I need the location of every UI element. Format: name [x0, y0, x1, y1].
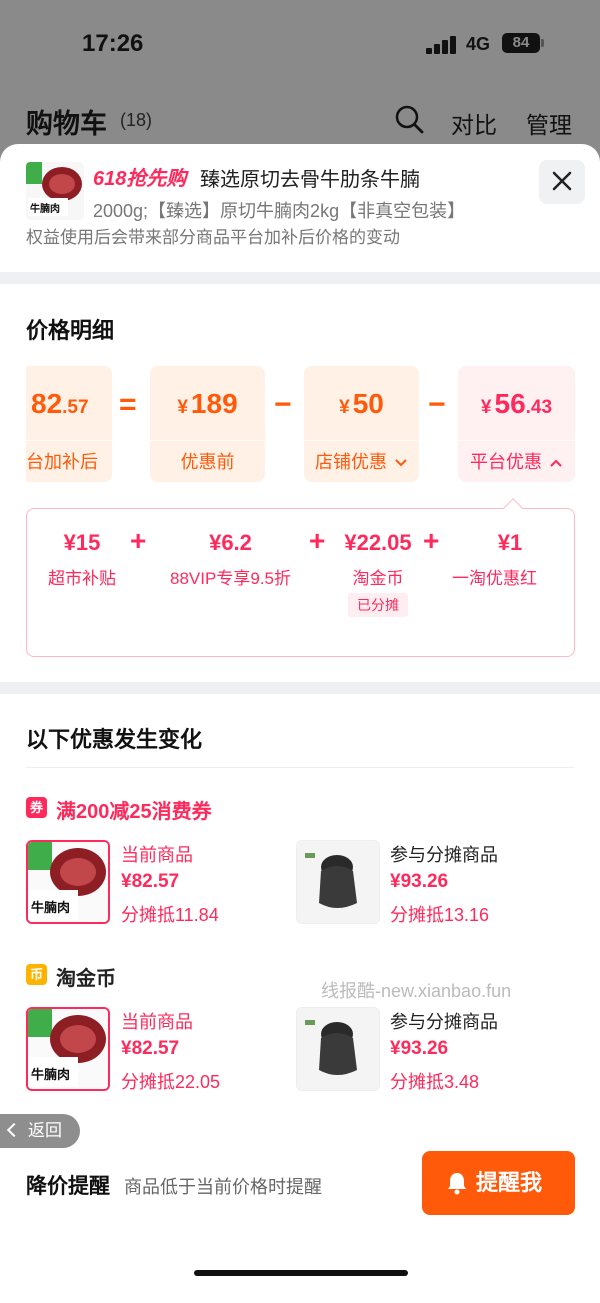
product-thumbnail: 牛腩肉 [26, 162, 84, 220]
platform-discount-dec: .43 [525, 397, 553, 418]
title-divider [26, 767, 574, 768]
back-label: 返回 [28, 1121, 62, 1140]
svg-text:牛腩肉: 牛腩肉 [31, 900, 70, 916]
manage-button[interactable]: 管理 [526, 106, 572, 140]
other-item-label: 参与分摊商品 [390, 1012, 498, 1032]
shop-discount-amount: 50 [352, 388, 384, 419]
final-price-label: 台加补后 [26, 440, 112, 482]
close-icon [552, 171, 572, 191]
changes-title: 以下优惠发生变化 [26, 727, 203, 752]
price-drop-reminder-bar: 降价提醒 商品低于当前价格时提醒 提醒我 [0, 1130, 600, 1303]
platform-discount-label[interactable]: 平台优惠 [458, 440, 575, 482]
promo-tag: 618抢先购 [93, 168, 187, 190]
current-item-image[interactable]: 牛腩肉 [26, 1007, 110, 1091]
sub-label-88vip: 88VIP专享9.5折 [170, 569, 291, 588]
before-price-label: 优惠前 [150, 440, 265, 482]
back-button[interactable]: 返回 [0, 1114, 80, 1148]
product-name: 臻选原切去骨牛肋条牛腩 [200, 169, 420, 191]
final-price-int: 82 [31, 388, 63, 419]
section-divider [0, 682, 600, 694]
battery-tip [541, 39, 544, 47]
shop-discount-label[interactable]: 店铺优惠 [304, 440, 419, 482]
reminder-desc: 商品低于当前价格时提醒 [124, 1177, 322, 1197]
before-price-box: ¥189 优惠前 [150, 366, 265, 482]
compare-button[interactable]: 对比 [451, 106, 497, 140]
bell-icon [448, 1173, 466, 1195]
chevron-up-icon [550, 459, 562, 467]
watermark: 线报酷-new.xianbao.fun [321, 981, 512, 1001]
shared-badge: 已分摊 [348, 593, 408, 617]
current-item-share: 分摊抵11.84 [121, 905, 219, 925]
sub-label-taojinbi: 淘金币 [352, 569, 404, 588]
price-detail-sheet: 牛腩肉 618抢先购 臻选原切去骨牛肋条牛腩 2000g;【臻选】原切牛腩肉2k… [0, 144, 600, 1303]
chevron-left-icon [6, 1122, 22, 1138]
plus-sign: + [130, 525, 147, 556]
other-item-price: ¥93.26 [390, 871, 449, 892]
coupon-name: 满200减25消费券 [56, 801, 212, 823]
cart-header: 购物车 (18) 对比 管理 [0, 92, 600, 142]
minus-sign: − [274, 388, 292, 421]
cart-count: (18) [120, 110, 153, 130]
current-item-label: 当前商品 [121, 845, 193, 865]
plus-sign: + [423, 525, 440, 556]
signal-icon [426, 36, 458, 59]
remind-me-button[interactable]: 提醒我 [422, 1151, 575, 1215]
minus-sign: − [428, 388, 446, 421]
section-divider [0, 272, 600, 284]
other-item-price: ¥93.26 [390, 1038, 449, 1059]
current-item-price: ¥82.57 [121, 1038, 180, 1059]
plus-sign: + [309, 525, 326, 556]
sub-amount-supermarket: ¥15 [63, 530, 101, 555]
product-sku: 2000g;【臻选】原切牛腩肉2kg【非真空包装】 [93, 201, 466, 221]
price-detail-title: 价格明细 [26, 318, 115, 343]
chevron-down-icon [395, 459, 407, 467]
home-indicator [194, 1270, 408, 1276]
other-item-share: 分摊抵13.16 [390, 905, 490, 925]
battery-icon: 84 [502, 33, 540, 53]
sub-amount-88vip: ¥6.2 [209, 530, 252, 555]
sub-amount-taojinbi: ¥22.05 [344, 530, 412, 555]
sub-amount-yitao: ¥1 [497, 530, 523, 555]
equals-sign: = [119, 388, 137, 421]
coupon-icon: 券 [26, 797, 47, 818]
status-time: 17:26 [82, 30, 144, 57]
network-label: 4G [466, 34, 491, 54]
status-bar: 17:26 4G 84 [0, 0, 600, 90]
other-item-image[interactable] [296, 840, 380, 924]
shop-discount-box[interactable]: ¥50 店铺优惠 [304, 366, 419, 482]
sub-label-supermarket: 超市补贴 [48, 569, 116, 588]
svg-text:牛腩肉: 牛腩肉 [31, 1067, 70, 1083]
other-item-image[interactable] [296, 1007, 380, 1091]
product-note: 权益使用后会带来部分商品平台加补后价格的变动 [26, 228, 400, 247]
product-header: 牛腩肉 618抢先购 臻选原切去骨牛肋条牛腩 2000g;【臻选】原切牛腩肉2k… [0, 144, 600, 272]
reminder-title: 降价提醒 [26, 1175, 110, 1198]
current-item-price: ¥82.57 [121, 871, 180, 892]
before-price-amount: 189 [190, 388, 238, 419]
page-title: 购物车 [26, 109, 107, 139]
other-item-share: 分摊抵3.48 [390, 1072, 480, 1092]
remind-me-label: 提醒我 [476, 1170, 543, 1195]
coin-name: 淘金币 [56, 968, 116, 990]
thumb-label: 牛腩肉 [30, 202, 60, 215]
sub-label-yitao: 一淘优惠红 [452, 569, 537, 588]
final-price-dec: .57 [62, 397, 89, 418]
coin-icon: 币 [26, 964, 47, 985]
platform-discount-box[interactable]: ¥56.43 平台优惠 [458, 366, 575, 482]
platform-discount-int: 56 [494, 388, 526, 419]
final-price-box: 82.57 台加补后 [26, 366, 112, 482]
search-icon[interactable] [394, 104, 424, 134]
current-item-label: 当前商品 [121, 1012, 193, 1032]
close-button[interactable] [539, 160, 585, 204]
current-item-image[interactable]: 牛腩肉 [26, 840, 110, 924]
current-item-share: 分摊抵22.05 [121, 1072, 221, 1092]
other-item-label: 参与分摊商品 [390, 845, 498, 865]
